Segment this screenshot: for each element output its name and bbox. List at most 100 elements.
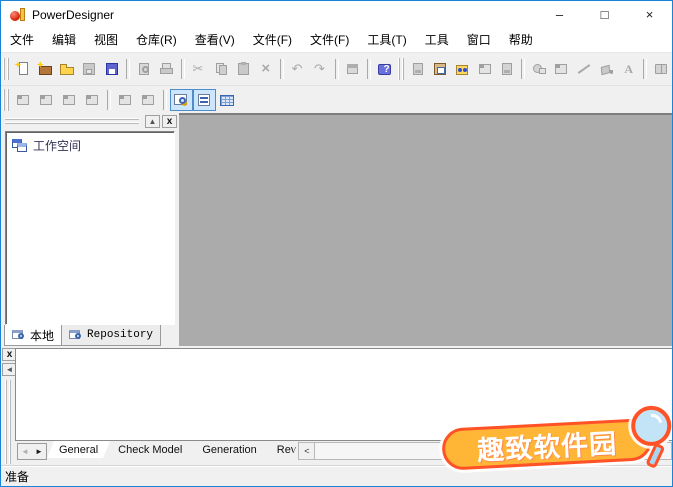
generate-icon (499, 61, 516, 77)
menu-help[interactable]: 帮助 (500, 29, 542, 52)
panel-tab-repository-label: Repository (87, 329, 154, 341)
print-preview-button[interactable] (133, 58, 155, 80)
output-tab-check-model[interactable]: Check Model (106, 441, 194, 458)
browser-panel-header[interactable]: ▲ x (1, 113, 179, 130)
diagram-window-icon (117, 92, 134, 108)
diagram-window-icon (140, 92, 157, 108)
output-tabs: General Check Model Generation Rev (51, 441, 298, 458)
tree-item-workspace[interactable]: 工作空间 (6, 132, 174, 154)
workspace-icon (12, 138, 28, 153)
toolbar-separator (107, 89, 111, 110)
frame-icon (553, 61, 570, 77)
diagram-window-button-2[interactable] (137, 89, 160, 111)
toolbar-grip[interactable] (398, 58, 405, 80)
save-icon (81, 61, 98, 77)
menu-repository[interactable]: 仓库(R) (127, 29, 186, 52)
edit-button[interactable] (474, 58, 496, 80)
line-button[interactable] (573, 58, 595, 80)
titlebar: PowerDesigner – □ × (1, 1, 672, 28)
output-tab-generation[interactable]: Generation (190, 441, 268, 458)
model-window-button-1[interactable] (12, 89, 35, 111)
output-grip[interactable] (5, 380, 12, 464)
tab-scroll-left-button[interactable]: ◄ (18, 444, 32, 459)
toolbar-grip[interactable] (3, 88, 10, 111)
toolbar-main (1, 53, 672, 86)
paste-as-shortcut-button[interactable] (429, 58, 451, 80)
save-all-button[interactable] (101, 58, 123, 80)
output-tab-reverse[interactable]: Rev (265, 441, 299, 458)
menubar: 文件 编辑 视图 仓库(R) 查看(V) 文件(F) 文件(F) 工具(T) 工具 窗口 帮助 (1, 28, 672, 53)
menu-tools-t[interactable]: 工具(T) (358, 29, 415, 52)
output-icon (196, 92, 213, 108)
menu-file-f2[interactable]: 文件(F) (301, 29, 358, 52)
shape-button[interactable] (528, 58, 550, 80)
cut-button[interactable] (188, 58, 210, 80)
output-panel-titlebar[interactable]: x ◄ (2, 348, 17, 464)
properties-button[interactable] (342, 58, 364, 80)
text-icon (620, 61, 637, 77)
paste-button[interactable] (232, 58, 254, 80)
menu-file[interactable]: 文件 (1, 29, 43, 52)
caption-buttons: – □ × (537, 1, 672, 28)
menu-browse[interactable]: 查看(V) (186, 29, 244, 52)
menu-file-f1[interactable]: 文件(F) (244, 29, 301, 52)
model-window-icon (15, 92, 32, 108)
frame-button[interactable] (551, 58, 573, 80)
model-window-icon (84, 92, 101, 108)
diagram-window-button-1[interactable] (114, 89, 137, 111)
delete-icon (257, 61, 274, 77)
menu-edit[interactable]: 编辑 (43, 29, 85, 52)
save-button[interactable] (79, 58, 101, 80)
delete-button[interactable] (255, 58, 277, 80)
find-objects-button[interactable] (452, 58, 474, 80)
model-window-button-2[interactable] (35, 89, 58, 111)
menu-view[interactable]: 视图 (85, 29, 127, 52)
menu-window[interactable]: 窗口 (458, 29, 500, 52)
panel-tab-repository[interactable]: Repository (61, 325, 162, 346)
dictionary-button[interactable] (650, 58, 672, 80)
paste-as-shortcut-icon (432, 61, 449, 77)
mdi-canvas[interactable] (179, 113, 672, 346)
generate-button[interactable] (496, 58, 518, 80)
result-list-button[interactable] (216, 89, 239, 111)
redo-button[interactable] (309, 58, 331, 80)
maximize-button[interactable]: □ (582, 1, 627, 28)
model-window-button-4[interactable] (81, 89, 104, 111)
toolbar-separator (642, 59, 647, 79)
workspace-tree[interactable]: 工作空间 (5, 131, 175, 325)
panel-close-button[interactable]: x (162, 115, 177, 128)
close-button[interactable]: × (627, 1, 672, 28)
add-shortcut-button[interactable] (407, 58, 429, 80)
text-button[interactable] (618, 58, 640, 80)
open-button[interactable] (56, 58, 78, 80)
toolbar-separator (280, 59, 285, 79)
panel-tab-local-icon (12, 329, 26, 341)
browser-toggle-button[interactable] (170, 88, 193, 111)
toolbar-grip[interactable] (3, 58, 10, 80)
fill-color-button[interactable] (595, 58, 617, 80)
copy-button[interactable] (210, 58, 232, 80)
undo-button[interactable] (287, 58, 309, 80)
tab-scroll-right-button[interactable]: ► (32, 444, 46, 459)
app-icon (10, 7, 26, 23)
powerdesigner-window: PowerDesigner – □ × 文件 编辑 视图 仓库(R) 查看(V) 文件(F… (0, 0, 673, 487)
output-toggle-button[interactable] (193, 88, 216, 111)
new-workspace-button[interactable] (34, 58, 56, 80)
line-icon (576, 61, 593, 77)
statusbar: 准备 (1, 465, 672, 486)
properties-icon (344, 61, 361, 77)
print-button[interactable] (156, 58, 178, 80)
model-window-button-3[interactable] (58, 89, 81, 111)
toolbar-separator (334, 59, 339, 79)
minimize-button[interactable]: – (537, 1, 582, 28)
output-tab-general[interactable]: General (47, 441, 110, 458)
help-button[interactable] (374, 58, 396, 80)
copy-icon (213, 61, 230, 77)
panel-tab-local[interactable]: 本地 (4, 325, 63, 346)
panel-tab-local-label: 本地 (30, 328, 55, 343)
panel-expand-button[interactable]: ▲ (145, 115, 160, 128)
panel-grip[interactable] (5, 118, 139, 125)
hscroll-left-button[interactable]: < (299, 443, 316, 459)
new-model-button[interactable] (12, 58, 34, 80)
menu-tools[interactable]: 工具 (416, 29, 458, 52)
